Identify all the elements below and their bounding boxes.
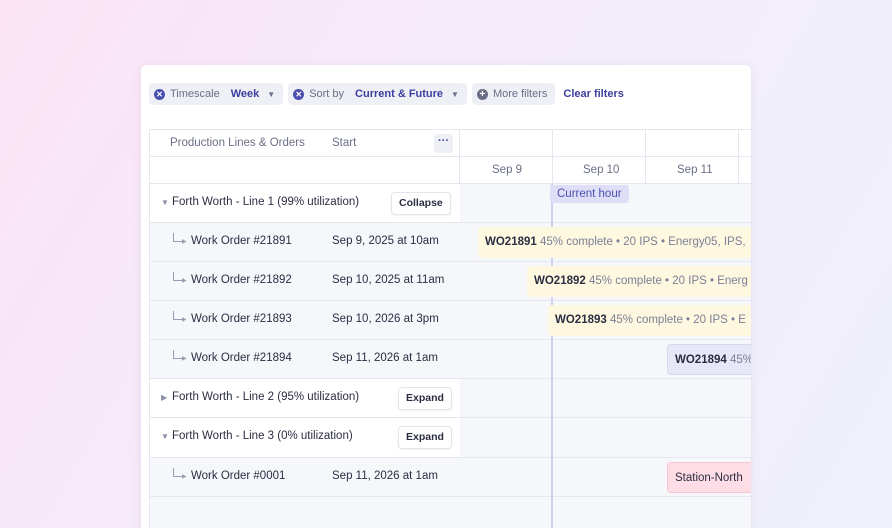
order-start: Sep 9, 2025 at 10am xyxy=(332,235,439,247)
bar-meta: 45% complete • 20 IPS • Energy05, IPS, xyxy=(539,236,746,248)
row-divider xyxy=(460,496,751,497)
group-name: Forth Worth - Line 2 (95% utilization) xyxy=(172,391,360,403)
date-label: Sep 11 xyxy=(677,164,713,176)
sort-value[interactable]: Current & Future xyxy=(355,88,443,100)
table-row[interactable]: ▶ Work Order #0001 Sep 11, 2026 at 1am xyxy=(150,458,460,497)
chevron-down-icon: ▼ xyxy=(267,89,276,99)
table-row[interactable]: ▶ Work Order #21891 Sep 9, 2025 at 10am xyxy=(150,223,460,262)
timeline-header-top xyxy=(460,130,751,157)
order-start: Sep 11, 2026 at 1am xyxy=(332,470,438,482)
bar-id: WO21892 xyxy=(534,275,586,287)
arrow-right-icon: ▶ xyxy=(182,356,187,362)
table-row[interactable]: ▶ Work Order #21893 Sep 10, 2026 at 3pm xyxy=(150,301,460,340)
order-bar[interactable]: Station-North xyxy=(667,462,751,493)
order-name: Work Order #21894 xyxy=(191,352,292,364)
group-name: Forth Worth - Line 1 (99% utilization) xyxy=(172,196,360,208)
caret-down-icon[interactable]: ▼ xyxy=(161,198,169,207)
date-label: Sep 10 xyxy=(583,164,620,176)
order-bar[interactable]: WO21891 45% complete • 20 IPS • Energy05… xyxy=(478,227,751,258)
clear-filters-link[interactable]: Clear filters xyxy=(563,88,624,100)
table-row[interactable]: ▶ Work Order #21894 Sep 11, 2026 at 1am xyxy=(150,340,460,379)
group-row-line-3[interactable]: ▼ Forth Worth - Line 3 (0% utilization) … xyxy=(150,418,460,458)
bar-id: WO21891 xyxy=(485,236,537,248)
chevron-down-icon: ▼ xyxy=(451,89,459,99)
order-bar[interactable]: WO21894 45% xyxy=(667,344,751,375)
order-bar[interactable]: WO21892 45% complete • 20 IPS • Energ xyxy=(527,266,751,297)
bar-meta: 45% xyxy=(729,354,751,366)
sort-filter-chip[interactable]: ✕ Sort by Current & Future ▼ xyxy=(288,83,467,105)
bar-id: WO21893 xyxy=(555,314,607,326)
table-header: Production Lines & Orders Start ··· xyxy=(150,130,460,157)
arrow-right-icon: ▶ xyxy=(182,278,187,284)
header-spacer xyxy=(150,157,460,184)
group-row-line-1[interactable]: ▼ Forth Worth - Line 1 (99% utilization)… xyxy=(150,184,460,223)
more-filters-button[interactable]: + More filters xyxy=(471,83,556,105)
gantt-grid: Production Lines & Orders Start ··· ▼ Fo… xyxy=(149,129,751,528)
row-divider xyxy=(460,300,751,301)
remove-filter-icon[interactable]: ✕ xyxy=(154,88,165,100)
column-header-start[interactable]: Start xyxy=(332,137,356,149)
sort-label: Sort by xyxy=(309,88,345,100)
caret-right-icon[interactable]: ▶ xyxy=(161,393,167,402)
timeline: Sep 9 Sep 10 Sep 11 Current hour WO21891… xyxy=(460,130,751,528)
column-header-name[interactable]: Production Lines & Orders xyxy=(170,137,305,149)
order-bar[interactable]: WO21893 45% complete • 20 IPS • E xyxy=(548,305,751,336)
scheduler-card: ✕ Timescale Week ▼ ✕ Sort by Current & F… xyxy=(141,65,751,528)
row-divider xyxy=(460,222,751,223)
current-hour-label: Current hour xyxy=(550,185,629,203)
order-start: Sep 10, 2025 at 11am xyxy=(332,274,445,286)
bar-id: WO21894 xyxy=(675,354,727,366)
caret-down-icon[interactable]: ▼ xyxy=(161,432,169,441)
table-row[interactable]: ▶ Work Order #21892 Sep 10, 2025 at 11am xyxy=(150,262,460,301)
group-name: Forth Worth - Line 3 (0% utilization) xyxy=(172,430,353,442)
expand-button[interactable]: Expand xyxy=(398,387,452,410)
more-options-icon[interactable]: ··· xyxy=(434,134,453,153)
order-name: Work Order #0001 xyxy=(191,470,286,482)
timescale-filter-chip[interactable]: ✕ Timescale Week ▼ xyxy=(149,83,284,105)
date-label: Sep 9 xyxy=(492,164,523,176)
bar-id: Station-North xyxy=(675,472,743,484)
day-divider xyxy=(738,130,739,184)
order-start: Sep 11, 2026 at 1am xyxy=(332,352,438,364)
row-divider xyxy=(460,339,751,340)
bar-meta: 45% complete • 20 IPS • E xyxy=(609,314,746,326)
order-name: Work Order #21893 xyxy=(191,313,292,325)
day-divider xyxy=(645,130,646,184)
row-divider xyxy=(460,378,751,379)
arrow-right-icon: ▶ xyxy=(182,239,187,245)
row-divider xyxy=(460,261,751,262)
timescale-value[interactable]: Week xyxy=(231,88,260,100)
row-divider xyxy=(460,457,751,458)
timescale-label: Timescale xyxy=(170,88,220,100)
orders-table: Production Lines & Orders Start ··· ▼ Fo… xyxy=(150,130,460,528)
group-row-line-2[interactable]: ▶ Forth Worth - Line 2 (95% utilization)… xyxy=(150,379,460,418)
remove-filter-icon[interactable]: ✕ xyxy=(293,88,305,100)
order-start: Sep 10, 2026 at 3pm xyxy=(332,313,439,325)
collapse-button[interactable]: Collapse xyxy=(391,192,451,215)
table-row[interactable] xyxy=(150,497,460,528)
day-divider xyxy=(552,130,553,184)
arrow-right-icon: ▶ xyxy=(182,317,187,323)
bar-meta: 45% complete • 20 IPS • Energ xyxy=(588,275,748,287)
filter-bar: ✕ Timescale Week ▼ ✕ Sort by Current & F… xyxy=(149,83,624,105)
expand-button[interactable]: Expand xyxy=(398,426,452,449)
arrow-right-icon: ▶ xyxy=(182,474,187,480)
order-name: Work Order #21892 xyxy=(191,274,292,286)
order-name: Work Order #21891 xyxy=(191,235,292,247)
add-icon: + xyxy=(476,88,488,100)
row-divider xyxy=(460,417,751,418)
more-filters-label: More filters xyxy=(492,88,548,100)
